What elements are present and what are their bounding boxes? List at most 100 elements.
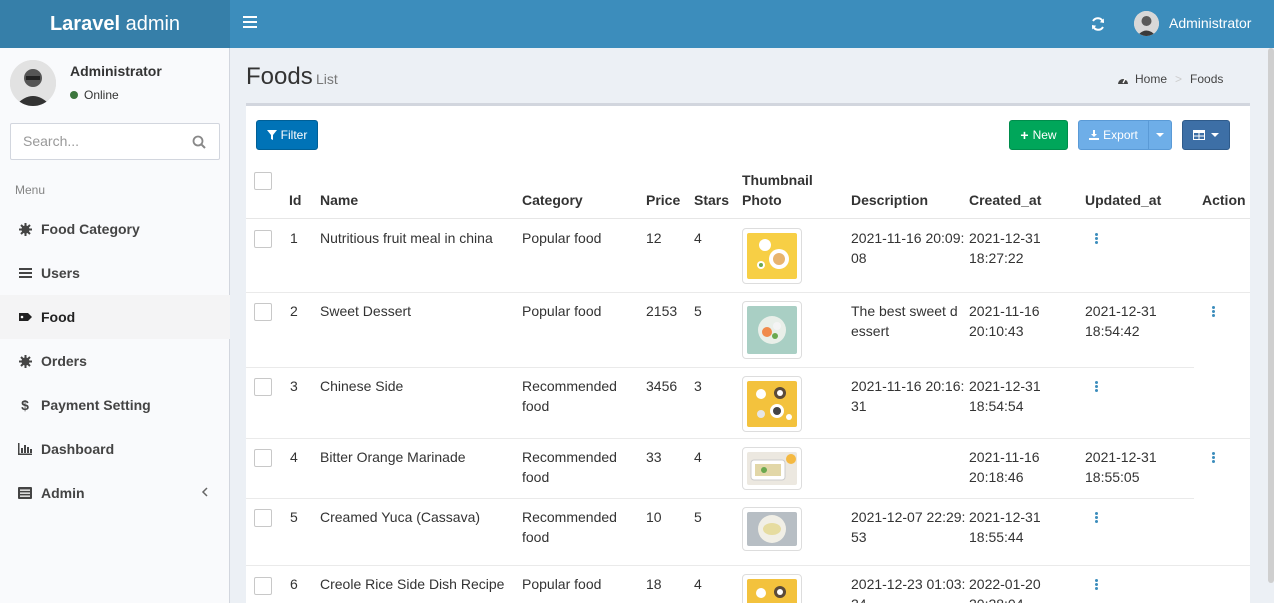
row-checkbox[interactable] — [254, 449, 272, 467]
search-input[interactable] — [23, 133, 183, 149]
cell-created-at: 2021-12-31 18:27:22 — [969, 230, 1041, 266]
user-menu-name[interactable]: Administrator — [1169, 15, 1251, 31]
row-action-menu-icon[interactable] — [1095, 512, 1099, 524]
row-action-menu-icon[interactable] — [1212, 306, 1216, 318]
column-header-created-at[interactable]: Created_at — [969, 190, 1041, 210]
cell-price: 10 — [646, 509, 662, 525]
sidebar-item-payment-setting[interactable]: $ Payment Setting — [0, 383, 230, 427]
tasks-icon — [18, 486, 32, 500]
row-checkbox[interactable] — [254, 230, 272, 248]
page-scrollbar[interactable] — [1268, 48, 1274, 583]
cell-created-at: 2022-01-2020:28:04 — [969, 576, 1041, 603]
menu-header: Menu — [15, 183, 46, 197]
cell-price: 3456 — [646, 378, 678, 394]
gear-icon — [18, 222, 32, 236]
new-button[interactable]: + New — [1009, 120, 1068, 150]
row-action-menu-icon[interactable] — [1095, 381, 1099, 393]
thumbnail-image[interactable] — [742, 376, 802, 432]
sidebar-item-admin[interactable]: Admin — [0, 471, 230, 515]
cell-name: Bitter Orange Marinade — [320, 449, 466, 465]
cell-price: 12 — [646, 230, 662, 246]
row-action-menu-icon[interactable] — [1095, 579, 1099, 591]
cell-updated-at: 2021-12-31 18:54:42 — [1085, 303, 1157, 339]
row-divider — [246, 367, 1194, 368]
sidebar-item-dashboard[interactable]: Dashboard — [0, 427, 230, 471]
row-checkbox[interactable] — [254, 509, 272, 527]
refresh-icon[interactable] — [1090, 16, 1106, 32]
cell-id: 6 — [290, 576, 298, 592]
cell-name: Creole Rice Side Dish Recipe — [320, 576, 505, 592]
row-checkbox[interactable] — [254, 378, 272, 396]
header-divider — [246, 218, 1250, 219]
export-button[interactable]: Export — [1078, 120, 1149, 150]
row-divider — [246, 498, 1194, 499]
sidebar-item-users[interactable]: Users — [0, 251, 230, 295]
logo[interactable]: Laravel admin — [0, 0, 230, 48]
table-icon — [1193, 130, 1205, 140]
cell-stars: 4 — [694, 230, 702, 246]
sidebar: Administrator Online Menu Food Category … — [0, 48, 230, 603]
logo-bold: Laravel — [49, 13, 121, 35]
cell-category: Popular food — [522, 230, 602, 246]
thumbnail-image[interactable] — [742, 574, 802, 603]
cell-stars: 3 — [694, 378, 702, 394]
grid-box: Filter + New Export Id Name Category Pri… — [246, 103, 1250, 603]
row-divider — [246, 565, 1250, 566]
cell-description: 2021-12-23 01:03:24 — [851, 576, 966, 603]
search-icon[interactable] — [192, 135, 206, 149]
gear-icon — [18, 354, 32, 368]
online-dot-icon — [70, 91, 78, 99]
cell-id: 2 — [290, 303, 298, 319]
breadcrumb-home[interactable]: Home — [1135, 72, 1167, 86]
columns-selector-button[interactable] — [1182, 120, 1230, 150]
row-action-menu-icon[interactable] — [1212, 452, 1216, 464]
sidebar-item-label: Food Category — [41, 221, 140, 237]
cell-stars: 5 — [694, 303, 702, 319]
column-header-thumbnail[interactable]: Thumbnail Photo — [742, 170, 813, 210]
breadcrumb: Home > Foods — [1117, 72, 1223, 86]
column-header-id[interactable]: Id — [289, 190, 301, 210]
column-header-price[interactable]: Price — [646, 190, 680, 210]
page-title: Foods — [246, 63, 313, 90]
thumbnail-image[interactable] — [742, 507, 802, 551]
row-action-menu-icon[interactable] — [1095, 233, 1099, 245]
column-header-action: Action — [1202, 192, 1246, 208]
row-checkbox[interactable] — [254, 303, 272, 321]
sidebar-item-label: Users — [41, 265, 80, 281]
cell-stars: 4 — [694, 576, 702, 592]
cell-category: Recommended food — [522, 509, 617, 545]
cell-name: Chinese Side — [320, 378, 404, 394]
thumbnail-image[interactable] — [742, 228, 802, 284]
avatar[interactable] — [1134, 11, 1159, 36]
page-subtitle: List — [316, 71, 338, 87]
column-header-category[interactable]: Category — [522, 190, 583, 210]
filter-button[interactable]: Filter — [256, 120, 318, 150]
cell-description: The best sweet d essert — [851, 303, 958, 339]
column-header-description[interactable]: Description — [851, 190, 928, 210]
column-header-updated-at[interactable]: Updated_at — [1085, 190, 1161, 210]
logo-light: admin — [120, 13, 181, 35]
export-dropdown-button[interactable] — [1148, 120, 1172, 150]
filter-icon — [266, 130, 277, 140]
breadcrumb-current: Foods — [1190, 72, 1224, 86]
bars-icon — [18, 266, 32, 280]
cell-updated-at: 2021-12-31 18:55:05 — [1085, 449, 1157, 485]
column-header-name[interactable]: Name — [320, 190, 358, 210]
cell-category: Popular food — [522, 303, 602, 319]
sidebar-item-food[interactable]: Food — [0, 295, 230, 339]
cell-category: Recommended food — [522, 449, 617, 485]
cell-id: 4 — [290, 449, 298, 465]
cell-created-at: 2021-11-16 20:10:43 — [969, 303, 1040, 339]
row-checkbox[interactable] — [254, 577, 272, 595]
sidebar-item-food-category[interactable]: Food Category — [0, 207, 230, 251]
hamburger-icon[interactable] — [243, 16, 257, 30]
plus-icon: + — [1020, 127, 1029, 143]
thumbnail-image[interactable] — [742, 301, 802, 359]
cell-name: Creamed Yuca (Cassava) — [320, 509, 481, 525]
column-header-stars[interactable]: Stars — [694, 190, 729, 210]
sidebar-item-orders[interactable]: Orders — [0, 339, 230, 383]
cell-category: Recommended food — [522, 378, 617, 414]
thumbnail-image[interactable] — [742, 447, 802, 490]
cell-description: 2021-12-07 22:29: 53 — [851, 509, 966, 545]
select-all-checkbox[interactable] — [254, 172, 272, 190]
